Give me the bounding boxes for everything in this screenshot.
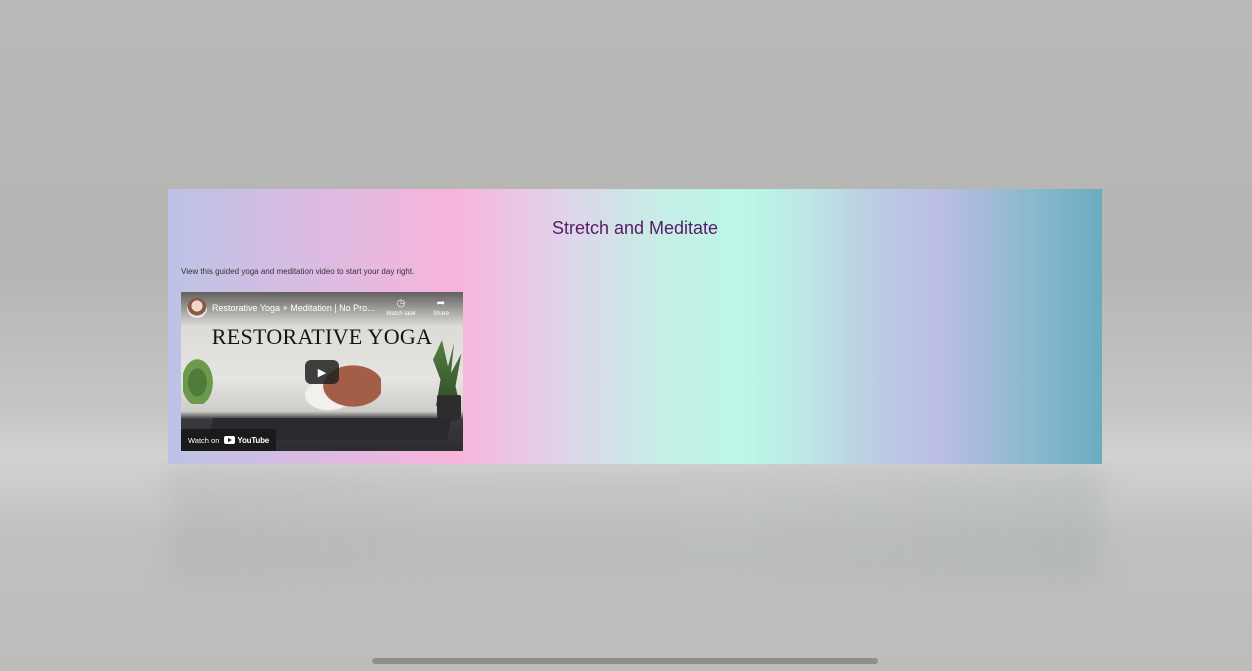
watch-later-button[interactable]: ◷ Watch later (381, 297, 421, 317)
youtube-embed[interactable]: RESTORATIVE YOGA Restorative Yoga + Medi… (181, 292, 463, 451)
plant-image-left (183, 350, 219, 404)
card-title: Stretch and Meditate (551, 218, 719, 238)
card-reflection (168, 464, 1102, 584)
watch-on-label: Watch on (188, 435, 220, 445)
youtube-play-icon (224, 436, 236, 444)
share-label: Share (432, 311, 449, 317)
horizontal-scrollbar[interactable] (372, 658, 878, 664)
card-description: View this guided yoga and meditation vid… (181, 267, 415, 276)
share-arrow-icon: ➦ (436, 298, 446, 309)
youtube-brand-text: YouTube (237, 435, 270, 445)
watch-on-youtube-link[interactable]: Watch on YouTube (181, 429, 277, 451)
play-icon: ▶ (317, 366, 327, 379)
channel-avatar[interactable] (187, 298, 207, 318)
share-button[interactable]: ➦ Share (429, 297, 453, 317)
video-title-link[interactable]: Restorative Yoga + Meditation | No Pro..… (212, 303, 382, 313)
content-card: Stretch and Meditate View this guided yo… (168, 189, 1102, 464)
video-thumbnail-headline: RESTORATIVE YOGA (211, 324, 433, 349)
youtube-logo: YouTube (224, 436, 269, 445)
play-button[interactable]: ▶ (305, 360, 339, 384)
clock-icon: ◷ (396, 298, 406, 309)
watch-later-label: Watch later (385, 311, 417, 317)
